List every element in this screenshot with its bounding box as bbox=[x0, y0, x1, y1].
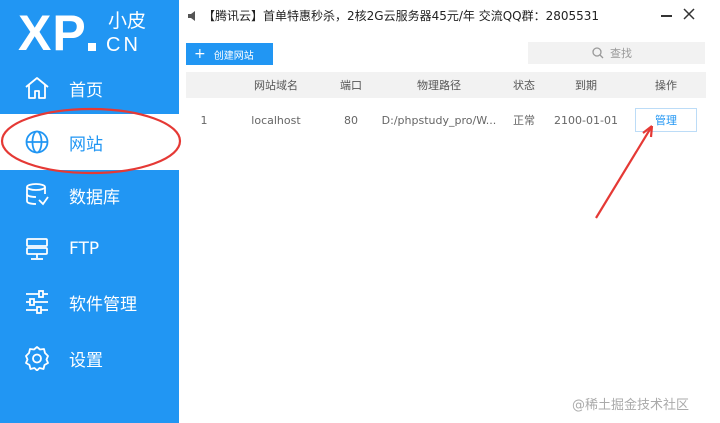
search-box[interactable] bbox=[528, 42, 705, 64]
sidebar: XP 小皮 CN 首页 网站 数据库 FTP 软件管理 设置 bbox=[0, 0, 179, 423]
row-port: 80 bbox=[344, 113, 358, 127]
header-expire: 到期 bbox=[575, 79, 597, 92]
header-path: 物理路径 bbox=[417, 79, 461, 92]
close-icon[interactable] bbox=[682, 7, 696, 21]
header-action: 操作 bbox=[655, 79, 677, 92]
watermark: @稀土掘金技术社区 bbox=[572, 398, 690, 413]
row-index: 1 bbox=[200, 113, 208, 127]
header-domain: 网站域名 bbox=[254, 79, 298, 92]
row-domain: localhost bbox=[251, 113, 301, 127]
sidebar-item-label: 软件管理 bbox=[69, 294, 137, 315]
sidebar-item-label: 设置 bbox=[69, 350, 103, 371]
database-icon bbox=[23, 181, 51, 209]
sidebar-item-label: 首页 bbox=[69, 80, 103, 101]
app-logo: XP 小皮 CN bbox=[18, 4, 178, 62]
sidebar-item-home[interactable]: 首页 bbox=[0, 60, 179, 116]
sidebar-item-label: 网站 bbox=[69, 134, 103, 155]
row-action-cell: 管理 bbox=[626, 98, 706, 142]
create-website-button[interactable]: + 创建网站 bbox=[186, 43, 273, 65]
sidebar-item-ftp[interactable]: FTP bbox=[0, 221, 179, 277]
ad-banner-text[interactable]: 【腾讯云】首单特惠秒杀，2核2G云服务器45元/年 交流QQ群：2805531 bbox=[203, 7, 599, 24]
globe-icon bbox=[23, 128, 51, 156]
logo-dot bbox=[88, 43, 96, 51]
sidebar-item-database[interactable]: 数据库 bbox=[0, 167, 179, 223]
website-table: 网站域名 端口 物理路径 状态 到期 操作 1 localhost 80 D:/… bbox=[186, 72, 706, 142]
table-header: 网站域名 端口 物理路径 状态 到期 操作 bbox=[186, 72, 706, 98]
logo-cn-domain: CN bbox=[106, 34, 141, 56]
gear-icon bbox=[23, 344, 51, 372]
top-bar: 【腾讯云】首单特惠秒杀，2核2G云服务器45元/年 交流QQ群：2805531 bbox=[179, 0, 720, 32]
plus-icon: + bbox=[194, 46, 206, 62]
header-port: 端口 bbox=[340, 79, 362, 92]
logo-text: XP bbox=[18, 5, 87, 61]
sidebar-item-label: 数据库 bbox=[69, 187, 120, 208]
manage-button[interactable]: 管理 bbox=[635, 108, 697, 132]
sidebar-item-website[interactable]: 网站 bbox=[0, 114, 179, 170]
ftp-icon bbox=[23, 235, 51, 263]
home-icon bbox=[23, 74, 51, 102]
logo-cn-small: 小皮 bbox=[108, 10, 147, 32]
row-status: 正常 bbox=[513, 114, 535, 127]
row-expire: 2100-01-01 bbox=[554, 113, 618, 127]
search-input[interactable] bbox=[610, 46, 690, 60]
sidebar-item-settings[interactable]: 设置 bbox=[0, 330, 179, 386]
table-row[interactable]: 1 localhost 80 D:/phpstudy_pro/W... 正常 2… bbox=[186, 98, 706, 142]
search-icon bbox=[592, 47, 604, 59]
minimize-button[interactable] bbox=[661, 15, 672, 17]
sidebar-item-software[interactable]: 软件管理 bbox=[0, 274, 179, 330]
header-status: 状态 bbox=[513, 79, 535, 92]
sidebar-item-label: FTP bbox=[69, 239, 100, 259]
speaker-icon bbox=[187, 9, 199, 27]
row-path: D:/phpstudy_pro/W... bbox=[381, 113, 497, 127]
sliders-icon bbox=[23, 288, 51, 316]
create-website-label: 创建网站 bbox=[213, 50, 254, 62]
